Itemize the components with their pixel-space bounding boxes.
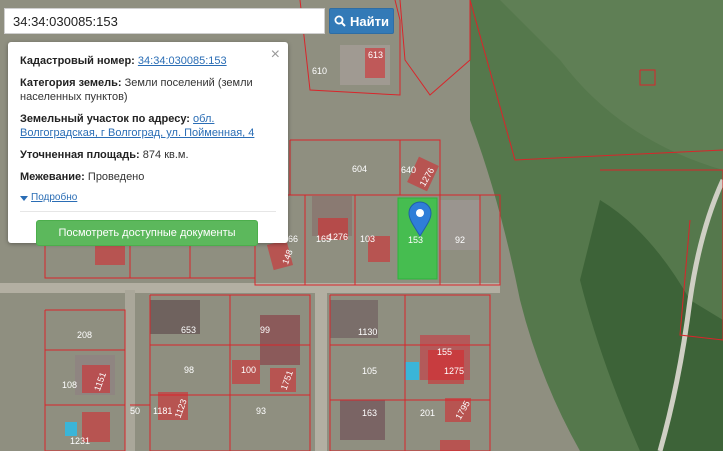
marker-dot (416, 209, 424, 217)
cadastral-row: Кадастровый номер: 34:34:030085:153 (20, 54, 276, 68)
search-input[interactable] (5, 9, 324, 33)
address-label: Земельный участок по адресу: (20, 113, 190, 125)
plot-label: 66 (288, 234, 298, 244)
address-row: Земельный участок по адресу: обл. Волгог… (20, 112, 276, 140)
plot-label: 610 (312, 66, 327, 76)
plot-label: 1276 (328, 232, 348, 242)
survey-label: Межевание: (20, 171, 85, 183)
plot-label: 99 (260, 325, 270, 335)
street-vertical-2 (125, 290, 135, 451)
plot-label: 208 (77, 330, 92, 340)
caret-down-icon (20, 195, 28, 201)
plot-label: 98 (184, 365, 194, 375)
plot-label: 93 (256, 406, 266, 416)
plot-label: 155 (437, 347, 452, 357)
plot-label: 1275 (444, 366, 464, 376)
house-roof (260, 315, 300, 365)
details-toggle[interactable]: Подробно (20, 191, 276, 205)
details-label: Подробно (31, 192, 78, 203)
plot-label: 613 (368, 50, 383, 60)
plot-label: 201 (420, 408, 435, 418)
cadastral-label: Кадастровый номер: (20, 55, 135, 67)
plot-label: 1231 (70, 436, 90, 446)
plot-label: 50 (130, 406, 140, 416)
plot-label: 108 (62, 380, 77, 390)
cadastral-link[interactable]: 34:34:030085:153 (138, 55, 227, 67)
area-value: 874 кв.м. (142, 149, 189, 161)
search-field[interactable] (4, 8, 325, 34)
house-roof (340, 400, 385, 440)
street-vertical (315, 290, 327, 451)
plot-label: 163 (362, 408, 377, 418)
view-documents-button[interactable]: Посмотреть доступные документы (36, 220, 258, 246)
pool (65, 422, 77, 436)
category-row: Категория земель: Земли поселений (земли… (20, 76, 276, 104)
plot-label: 103 (360, 234, 375, 244)
close-icon[interactable]: × (271, 47, 280, 63)
plot-label: 92 (455, 235, 465, 245)
divider (20, 211, 276, 212)
pool (405, 362, 419, 380)
plot-label: 105 (362, 366, 377, 376)
plot-label: 604 (352, 164, 367, 174)
plot-label: 1130 (358, 327, 377, 337)
search-button[interactable]: Найти (329, 8, 394, 34)
search-icon (334, 15, 346, 27)
area-label: Уточненная площадь: (20, 149, 140, 161)
plot-label: 653 (181, 325, 196, 335)
survey-value: Проведено (87, 171, 145, 183)
parcel-info-popup: × Кадастровый номер: 34:34:030085:153 Ка… (8, 42, 288, 246)
survey-row: Межевание: Проведено (20, 170, 276, 184)
plot-label: 153 (408, 235, 423, 245)
plot-label: 640 (401, 165, 416, 175)
building-overlay (440, 440, 470, 451)
area-row: Уточненная площадь: 874 кв.м. (20, 148, 276, 162)
search-button-label: Найти (350, 13, 389, 29)
plot-label: 100 (241, 365, 256, 375)
category-label: Категория земель: (20, 77, 122, 89)
plot-label: 1181 (153, 406, 172, 416)
